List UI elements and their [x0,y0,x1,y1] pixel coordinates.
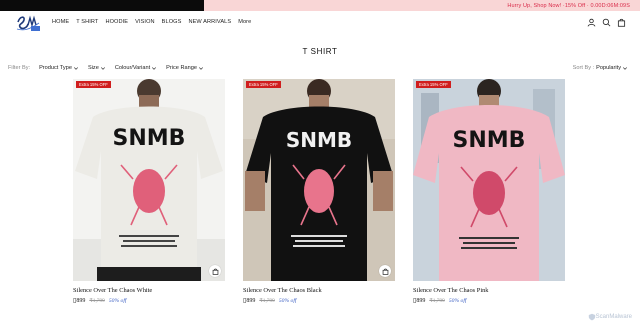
product-card[interactable]: SNMB Extra 15% OFF Silence Over The Chao… [243,79,395,304]
discount-badge: Extra 15% OFF [76,81,111,88]
product-photo-pink-tshirt: SNMB [413,79,565,281]
original-price: ₹1,799 [429,298,445,304]
product-photo-black-tshirt: SNMB [243,79,395,281]
shield-icon [588,313,595,321]
brand-logo[interactable] [15,13,41,32]
bag-icon [212,268,218,275]
nav-home[interactable]: HOME [52,19,69,25]
chevron-down-icon [74,66,78,70]
discount-percent: 50% off [448,298,467,304]
filter-product-type[interactable]: Product Type [39,65,78,71]
promo-bar: Hurry Up, Shop Now! ·15% Off · 0.00D:06M… [0,0,640,11]
svg-text:SNMB: SNMB [286,128,352,152]
product-photo-white-tshirt: SNMB [73,79,225,281]
original-price: ₹1,799 [89,298,105,304]
svg-text:SNMB: SNMB [113,126,186,151]
sort-value: Popularity [596,65,621,71]
original-price: ₹1,799 [259,298,275,304]
search-icon[interactable] [602,18,611,27]
price-row: ▯899 ₹1,799 50% off [243,297,395,304]
add-to-cart-button[interactable] [379,265,391,277]
nav-vision[interactable]: VISION [135,19,155,25]
filter-bar: Filter By: Product Type Size Colour/Vari… [8,65,213,71]
nav-hoodie[interactable]: HOODIE [105,19,128,25]
nav-new-arrivals[interactable]: NEW ARRIVALS [188,19,231,25]
sale-price: ▯899 [73,298,86,304]
filter-colour-variant[interactable]: Colour/Variant [114,65,157,71]
filter-label: Filter By: [8,65,31,71]
discount-percent: 50% off [108,298,127,304]
product-name[interactable]: Silence Over The Chaos Black [243,287,395,294]
sort-label: Sort By : [572,65,595,71]
user-icon[interactable] [587,18,596,27]
bag-icon[interactable] [617,18,626,27]
price-row: ▯899 ₹1,799 50% off [413,297,565,304]
filter-colour-variant-label: Colour/Variant [114,65,151,71]
svg-text:SNMB: SNMB [453,128,526,153]
filter-size[interactable]: Size [88,65,105,71]
promo-text[interactable]: Hurry Up, Shop Now! ·15% Off · 0.00D:06M… [507,3,630,9]
discount-badge: Extra 15% OFF [246,81,281,88]
product-image[interactable]: SNMB Extra 15% OFF [413,79,565,281]
chevron-down-icon [152,66,157,70]
filter-price-range[interactable]: Price Range [166,65,203,71]
chevron-down-icon [623,66,627,70]
product-name[interactable]: Silence Over The Chaos Pink [413,287,565,294]
watermark-text: ScanMalware [595,314,632,320]
discount-badge: Extra 15% OFF [416,81,451,88]
site-header: HOME T SHIRT HOODIE VISION BLOGS NEW ARR… [0,11,640,35]
sale-price: ▯899 [413,298,426,304]
product-name[interactable]: Silence Over The Chaos White [73,287,225,294]
header-icons [587,18,626,27]
nav-tshirt[interactable]: T SHIRT [76,19,98,25]
filter-size-label: Size [87,65,99,71]
product-card[interactable]: SNMB Extra 15% OFF Silence Over The Chao… [413,79,565,304]
main-nav: HOME T SHIRT HOODIE VISION BLOGS NEW ARR… [52,19,258,25]
nav-more[interactable]: More [238,19,251,25]
add-to-cart-button[interactable] [209,265,221,277]
page-title: T SHIRT [302,47,338,56]
watermark: ScanMalware [588,313,632,321]
product-image[interactable]: SNMB Extra 15% OFF [73,79,225,281]
product-card[interactable]: SNMB Extra 15% OFF Silence Over The Chao… [73,79,225,304]
chevron-down-icon [199,66,203,70]
discount-percent: 50% off [278,298,297,304]
promo-bar-dark [0,0,204,11]
sort-dropdown[interactable]: Sort By : Popularity [573,65,627,71]
promo-bar-pink: Hurry Up, Shop Now! ·15% Off · 0.00D:06M… [204,0,640,11]
chevron-down-icon [100,66,105,70]
bag-icon [382,268,388,275]
nav-blogs[interactable]: BLOGS [162,19,182,25]
filter-product-type-label: Product Type [39,65,72,71]
filter-price-range-label: Price Range [166,65,197,71]
price-row: ▯899 ₹1,799 50% off [73,297,225,304]
sale-price: ▯899 [243,298,256,304]
product-image[interactable]: SNMB Extra 15% OFF [243,79,395,281]
